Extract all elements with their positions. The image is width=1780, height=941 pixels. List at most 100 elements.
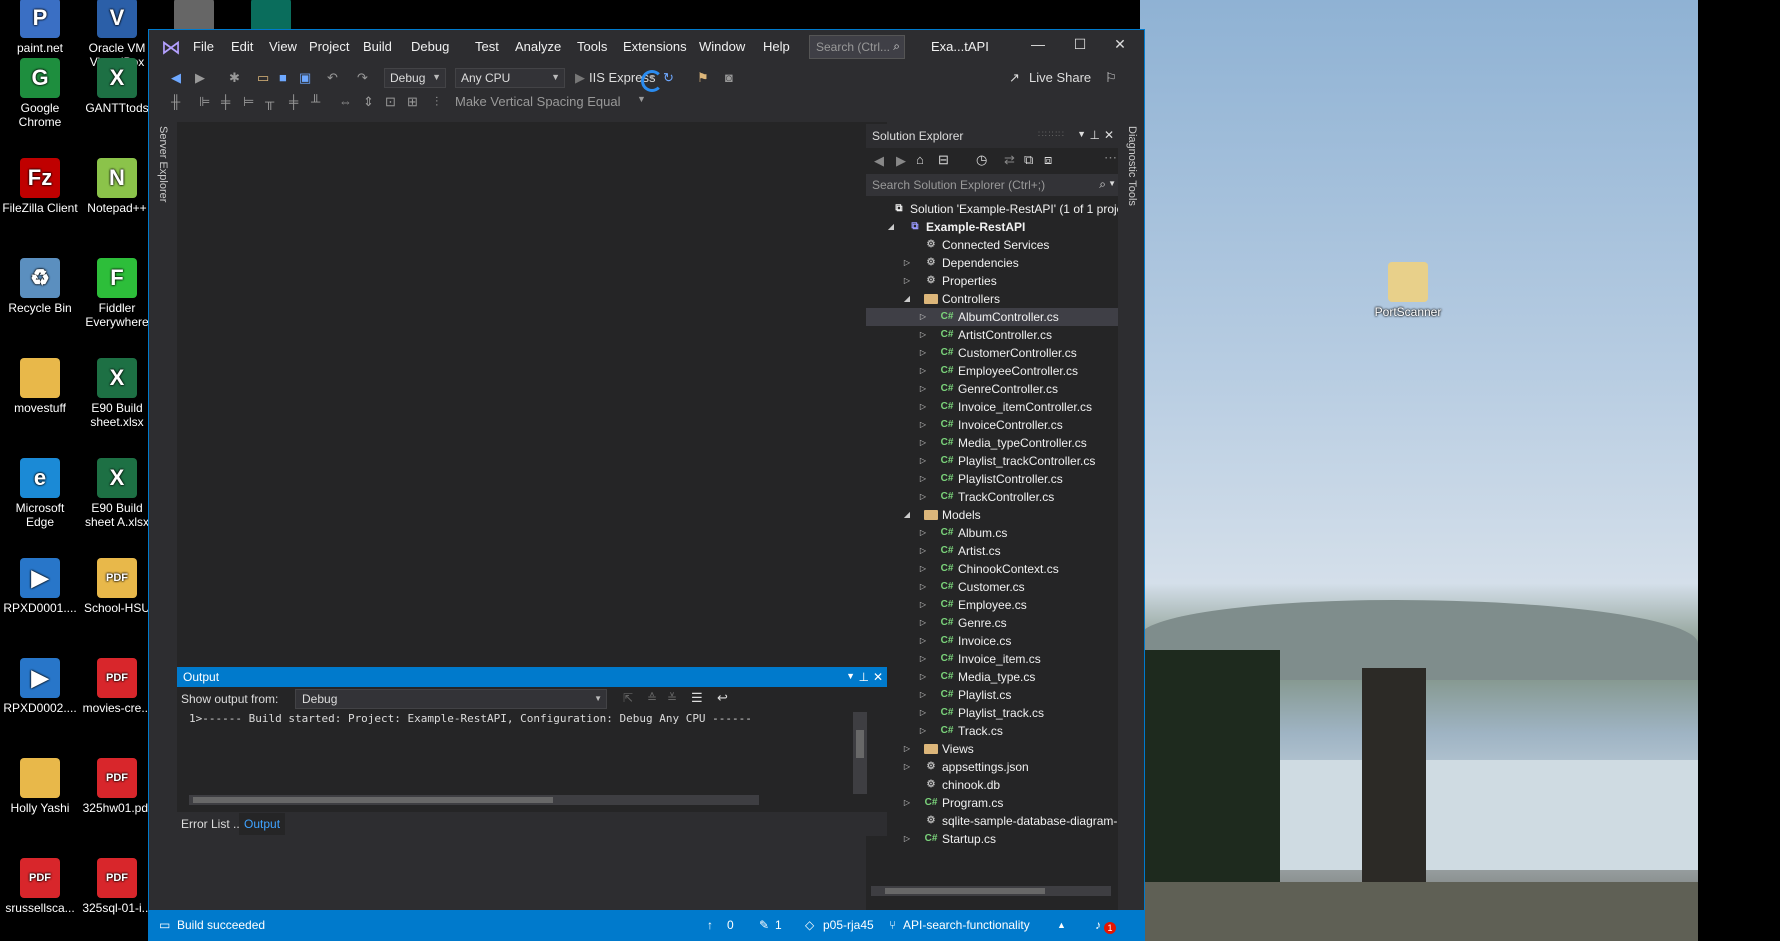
new-project-icon[interactable]: ✱	[229, 70, 240, 86]
menu-build[interactable]: Build	[363, 39, 392, 54]
tree-expand-icon[interactable]: ▷	[918, 326, 928, 344]
desktop-icon[interactable]: PDF movies-cre...	[77, 658, 157, 715]
tree-expand-icon[interactable]: ▷	[902, 830, 912, 848]
tree-item[interactable]: ▷ C# Playlist_trackController.cs	[866, 452, 1118, 470]
tree-item[interactable]: ▷ Views	[866, 740, 1118, 758]
tree-expand-icon[interactable]: ▷	[918, 524, 928, 542]
tree-item[interactable]: ▷ C# Album.cs	[866, 524, 1118, 542]
menu-analyze[interactable]: Analyze	[515, 39, 561, 54]
align-bottom-icon[interactable]: ╨	[311, 94, 320, 109]
tree-item[interactable]: ▷ C# Track.cs	[866, 722, 1118, 740]
navigate-back-icon[interactable]: ◀	[171, 70, 181, 86]
navigate-forward-icon[interactable]: ▶	[195, 70, 205, 86]
tree-item[interactable]: ▷ C# Invoice_itemController.cs	[866, 398, 1118, 416]
tree-expand-icon[interactable]: ▷	[918, 398, 928, 416]
tree-expand-icon[interactable]: ▷	[918, 578, 928, 596]
tree-item[interactable]: ▷ C# Invoice.cs	[866, 632, 1118, 650]
notification-count[interactable]: 1	[1104, 922, 1116, 934]
tree-expand-icon[interactable]: ▷	[902, 254, 912, 272]
vertical-spacing-icon[interactable]: ⫶	[435, 94, 438, 110]
menu-window[interactable]: Window	[699, 39, 745, 54]
grid-icon[interactable]: ⊞	[407, 94, 418, 110]
tree-item[interactable]: ▷ C# ArtistController.cs	[866, 326, 1118, 344]
menu-file[interactable]: File	[193, 39, 214, 54]
tree-item[interactable]: ◢ Models	[866, 506, 1118, 524]
close-icon[interactable]: ✕	[1104, 128, 1114, 142]
desktop-icon[interactable]: X E90 Build sheet A.xlsx	[77, 458, 157, 529]
forward-icon[interactable]: ▶	[896, 153, 906, 169]
back-icon[interactable]: ◀	[874, 153, 884, 169]
tree-item[interactable]: ▷ C# Program.cs	[866, 794, 1118, 812]
tree-expand-icon[interactable]: ▷	[918, 308, 928, 326]
solution-search-input[interactable]: Search Solution Explorer (Ctrl+;) ⌕ ▼	[866, 174, 1118, 196]
desktop-icon[interactable]: PDF 325hw01.pdf	[77, 758, 157, 815]
desktop-icon[interactable]: G Google Chrome	[0, 58, 80, 129]
tree-item[interactable]: ⧉ Solution 'Example-RestAPI' (1 of 1 proj…	[866, 200, 1118, 218]
show-all-files-icon[interactable]: ⧈	[1044, 152, 1052, 168]
tree-expand-icon[interactable]: ◢	[902, 506, 912, 524]
repo-icon[interactable]: ◇	[805, 918, 814, 932]
pin-icon[interactable]: ⊥	[1090, 128, 1100, 142]
undo-icon[interactable]: ↶	[327, 70, 338, 86]
tree-expand-icon[interactable]: ▷	[918, 542, 928, 560]
tree-expand-icon[interactable]: ▷	[902, 794, 912, 812]
menu-test[interactable]: Test	[475, 39, 499, 54]
desktop-icon[interactable]: ♻ Recycle Bin	[0, 258, 80, 315]
tab-error-list[interactable]: Error List ...	[181, 817, 243, 831]
tree-item[interactable]: ▷ C# PlaylistController.cs	[866, 470, 1118, 488]
desktop-icon[interactable]: N Notepad++	[77, 158, 157, 215]
live-share-button[interactable]: Live Share	[1029, 70, 1091, 85]
tree-expand-icon[interactable]: ▷	[918, 470, 928, 488]
tree-expand-icon[interactable]: ▷	[918, 434, 928, 452]
menu-debug[interactable]: Debug	[411, 39, 449, 54]
maximize-button[interactable]: ☐	[1065, 36, 1095, 58]
refresh-icon[interactable]: ↻	[663, 70, 674, 86]
next-message-icon[interactable]: ≚	[667, 691, 677, 705]
vertical-scrollbar[interactable]	[853, 712, 867, 794]
tree-item[interactable]: ▷ C# Customer.cs	[866, 578, 1118, 596]
redo-icon[interactable]: ↷	[357, 70, 368, 86]
history-icon[interactable]: ◷	[976, 152, 987, 168]
tree-expand-icon[interactable]: ▷	[918, 668, 928, 686]
tree-expand-icon[interactable]: ▷	[902, 272, 912, 290]
output-source-select[interactable]: Debug ▼	[295, 689, 607, 709]
tree-expand-icon[interactable]: ▷	[902, 758, 912, 776]
tree-item[interactable]: ▷ ⚙ Dependencies	[866, 254, 1118, 272]
desktop-icon[interactable]: PDF School-HSU	[77, 558, 157, 615]
tree-expand-icon[interactable]: ▷	[918, 344, 928, 362]
desktop-icon[interactable]: F Fiddler Everywhere	[77, 258, 157, 329]
home-icon[interactable]: ⌂	[916, 152, 924, 167]
bell-icon[interactable]: ♪	[1095, 918, 1101, 932]
output-horizontal-scrollbar[interactable]	[189, 795, 759, 805]
tree-item[interactable]: ▷ C# Playlist.cs	[866, 686, 1118, 704]
desktop-icon[interactable]: Fz FileZilla Client	[0, 158, 80, 215]
save-icon[interactable]: ■	[279, 70, 287, 85]
editor-area[interactable]	[177, 122, 887, 667]
tree-item[interactable]: ▷ C# CustomerController.cs	[866, 344, 1118, 362]
feedback-icon[interactable]: ⚐	[1105, 70, 1117, 86]
tree-item[interactable]: ▷ C# Artist.cs	[866, 542, 1118, 560]
tree-expand-icon[interactable]: ▷	[918, 452, 928, 470]
arrow-up-icon[interactable]: ↑	[707, 918, 713, 932]
menu-help[interactable]: Help	[763, 39, 790, 54]
desktop-icon[interactable]: movestuff	[0, 358, 80, 415]
tree-item[interactable]: ▷ C# Employee.cs	[866, 596, 1118, 614]
menu-view[interactable]: View	[269, 39, 297, 54]
tree-item[interactable]: ⚙ sqlite-sample-database-diagram-	[866, 812, 1118, 830]
close-icon[interactable]: ✕	[873, 670, 883, 684]
tree-item[interactable]: ◢ ⧉ Example-RestAPI	[866, 218, 1118, 236]
menu-extensions[interactable]: Extensions	[623, 39, 687, 54]
tree-expand-icon[interactable]: ▷	[918, 614, 928, 632]
search-input[interactable]: Search (Ctrl... ⌕	[809, 35, 905, 59]
collapse-all-icon[interactable]: ⧉	[1024, 152, 1033, 168]
goto-error-icon[interactable]: ⇱	[623, 691, 633, 705]
pin-icon[interactable]: ⊥	[859, 670, 869, 684]
play-icon[interactable]: ▶	[575, 70, 585, 86]
tree-expand-icon[interactable]: ▷	[918, 704, 928, 722]
tree-item[interactable]: ▷ C# GenreController.cs	[866, 380, 1118, 398]
diagnostic-tools-tab[interactable]: Diagnostic Tools	[1124, 126, 1138, 236]
tree-expand-icon[interactable]: ▷	[902, 740, 912, 758]
desktop-icon[interactable]: Ppaint.net	[0, 0, 80, 55]
menu-tools[interactable]: Tools	[577, 39, 607, 54]
tree-expand-icon[interactable]: ▷	[918, 488, 928, 506]
